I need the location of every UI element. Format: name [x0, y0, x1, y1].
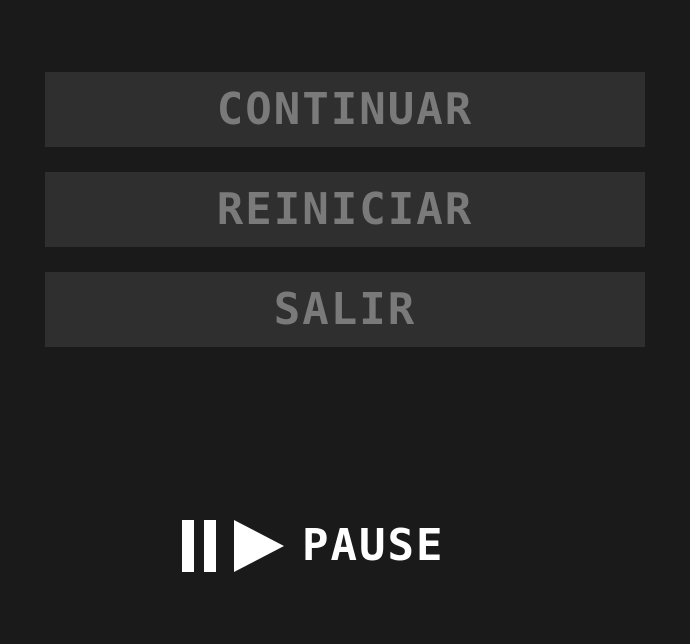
restart-button[interactable]: REINICIAR [45, 172, 645, 247]
pause-menu: CONTINUAR REINICIAR SALIR [45, 72, 645, 372]
exit-button[interactable]: SALIR [45, 272, 645, 347]
pause-icon [182, 520, 216, 572]
pause-bar-right [204, 520, 216, 572]
continue-button[interactable]: CONTINUAR [45, 72, 645, 147]
play-icon [234, 520, 284, 572]
pause-label: PAUSE [302, 520, 445, 571]
pause-bar-left [182, 520, 194, 572]
pause-indicator: PAUSE [182, 520, 444, 572]
